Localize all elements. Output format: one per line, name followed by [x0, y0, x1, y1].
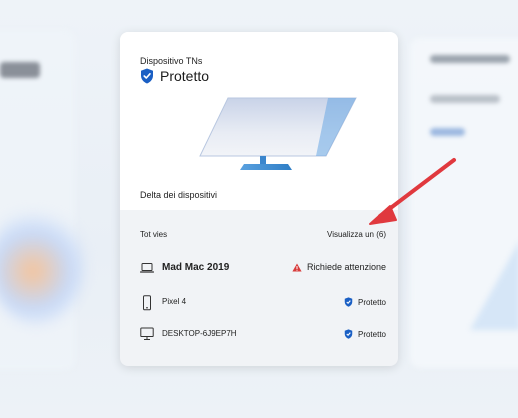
background-blur-line: [430, 128, 465, 136]
laptop-icon: [140, 263, 154, 273]
desktop-icon: [140, 327, 154, 340]
device-name: Pixel 4: [162, 297, 187, 306]
device-status: Richiede attenzione: [292, 262, 386, 272]
shield-check-icon: [344, 297, 353, 307]
background-blur-line: [430, 55, 510, 63]
device-illustration: [199, 97, 357, 170]
fleet-label: Delta dei dispositivi: [140, 190, 218, 200]
device-card: Dispositivo TNs Protetto Delta dei dispo…: [120, 32, 398, 366]
device-name: Mad Mac 2019: [162, 262, 230, 273]
devices-list-title: Tot vies: [140, 230, 168, 239]
device-status-text: Protetto: [357, 329, 386, 339]
device-status: Protetto: [344, 329, 386, 339]
devices-list-header: Tot vies Visualizza un (6): [140, 230, 386, 242]
background-blur-line: [430, 95, 500, 103]
device-type-label: Dispositivo TNs: [140, 56, 203, 66]
phone-icon: [143, 295, 151, 311]
device-card-header: Dispositivo TNs Protetto Delta dei dispo…: [120, 32, 398, 210]
device-row[interactable]: Mad Mac 2019 Richiede attenzione: [140, 260, 386, 280]
shield-check-icon: [344, 329, 353, 339]
status-text: Protetto: [160, 68, 210, 84]
device-name: DESKTOP-6J9EP7H: [162, 329, 237, 338]
protection-status: Protetto: [140, 68, 209, 84]
background-blur-line: [0, 62, 40, 78]
device-status: Protetto: [344, 297, 386, 307]
device-row[interactable]: Pixel 4 Protetto: [140, 293, 386, 313]
shield-check-icon: [141, 68, 153, 84]
background-illustration: [470, 240, 518, 330]
callout-arrow-icon: [369, 158, 456, 225]
device-status-text: Protetto: [357, 297, 386, 307]
device-status-text: Richiede attenzione: [306, 262, 386, 272]
warning-icon: [292, 263, 302, 271]
device-row[interactable]: DESKTOP-6J9EP7H Protetto: [140, 325, 386, 345]
